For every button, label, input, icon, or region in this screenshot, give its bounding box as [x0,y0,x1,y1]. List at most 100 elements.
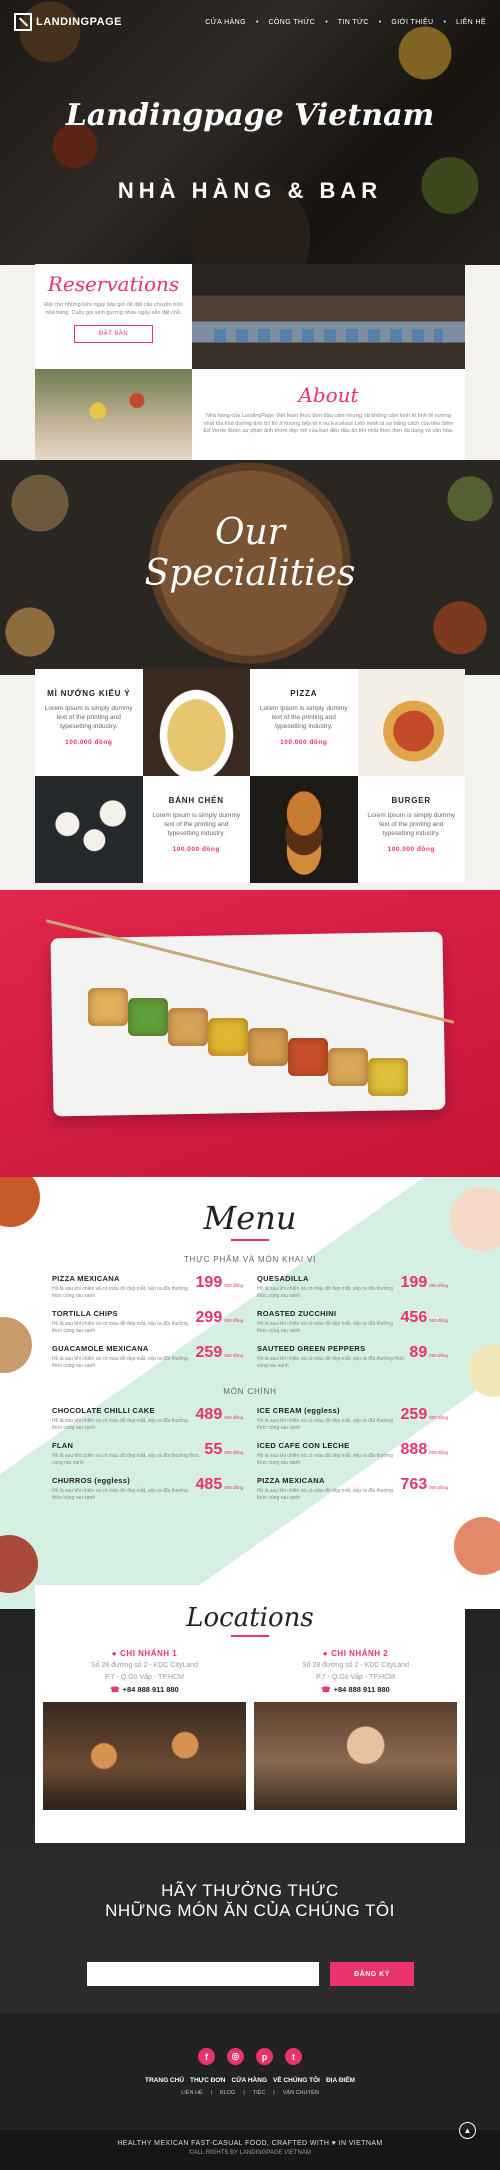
price-unit: 000 đồng [224,1485,243,1490]
nav-separator: • [255,18,259,26]
price-value: 888 [400,1441,428,1458]
menu-item[interactable]: PIZZA MEXICANA Hồ là sau khi chiên và có … [257,1476,448,1501]
dish-price: 100.000 đồng [280,739,328,747]
intro-card: Reservations Đặt cho những bữa ngay bây … [35,264,465,474]
pinterest-icon[interactable]: p [256,2048,273,2065]
menu-item[interactable]: FLAN Hồ là sau khi chiên và có màu đỏ đẹp… [52,1441,243,1466]
menu-item[interactable]: GUACAMOLE MEXICANA Hồ là sau khi chiên và… [52,1344,243,1369]
menu-item[interactable]: CHURROS (eggless) Hồ là sau khi chiên và … [52,1476,243,1501]
menu-item[interactable]: TORTILLA CHIPS Hồ là sau khi chiên và có … [52,1309,243,1334]
reservations-title: Reservations [47,272,180,296]
specialities-title-line2: Specialities [144,553,356,595]
dish-name: PIZZA [290,689,318,698]
menu-item[interactable]: PIZZA MEXICANA Hồ là sau khi chiên và có … [52,1274,243,1299]
dish-name: BÁNH CHÉN [168,796,224,805]
menu-item-name: QUESADILLA [257,1274,309,1283]
branch-phone[interactable]: ☎ +84 888 911 880 [43,1685,246,1694]
logo[interactable]: LANDINGPAGE [14,13,122,31]
tagline-start: HEALTHY MEXICAN FAST-CASUAL FOOD, CRAFTE… [117,2140,330,2147]
menu-item-desc: Hồ là sau khi chiên và có màu đỏ đẹp mắt… [52,1418,188,1431]
menu-item-desc: Hồ là sau khi chiên và có màu đỏ đẹp mắt… [257,1418,393,1431]
footer-link-blog[interactable]: BLOG [220,2090,235,2096]
dish-description: Lorem Ipsum is simply dummy text of the … [367,812,456,838]
menu-item-price: 89 000 đồng [409,1344,448,1362]
footer-link-shipping[interactable]: VẬN CHUYỂN [283,2090,319,2096]
kebab-piece [208,1018,248,1056]
nav-link-recipes[interactable]: CÔNG THỨC [268,19,315,26]
nav-link-about[interactable]: GIỚI THIỆU [391,19,433,26]
branches: ● CHI NHÁNH 1 Số 28 đường số 2 - KDC City… [43,1649,457,1811]
branch-name: ● CHI NHÁNH 2 [254,1649,457,1658]
menu-item[interactable]: CHOCOLATE CHILLI CAKE Hồ là sau khi chiên… [52,1406,243,1431]
book-table-button[interactable]: ĐẶT BÀN [73,325,154,344]
menu-item-price: 55 000 đồng [204,1441,243,1459]
branch-phone-text: +84 888 911 880 [122,1685,179,1695]
footer-link-party[interactable]: TIỆC [253,2090,266,2096]
footer-link-contact[interactable]: LIÊN HỆ [181,2090,202,2096]
menu-category-title: THỰC PHẨM VÀ MÓN KHAI VỊ [183,1255,317,1264]
intro-section: Reservations Đặt cho những bữa ngay bây … [0,264,500,474]
back-to-top-icon[interactable]: ▲ [459,2122,476,2139]
branch-1: ● CHI NHÁNH 1 Số 28 đường số 2 - KDC City… [43,1649,246,1811]
specialities-title: Our Specialities [0,512,500,595]
subscribe-button[interactable]: ĐĂNG KÝ [330,1962,414,1986]
footer-link-home[interactable]: TRANG CHỦ [145,2077,184,2084]
reservations-block: Reservations Đặt cho những bữa ngay bây … [35,264,192,369]
bottom-bar: ▲ HEALTHY MEXICAN FAST-CASUAL FOOD, CRAF… [0,2122,500,2170]
about-block: About Nhà hàng của LandingPage Việt Nam … [192,369,465,474]
nav-link-contact[interactable]: LIÊN HỆ [456,19,486,26]
footer-link-store[interactable]: CỬA HÀNG [232,2077,267,2084]
instagram-icon[interactable]: ◎ [227,2048,244,2065]
menu-item-price: 456 000 đồng [401,1309,448,1327]
newsletter-input[interactable] [87,1962,319,1986]
facebook-icon[interactable]: f [198,2048,215,2065]
price-value: 485 [195,1476,223,1493]
price-unit: 000 đồng [224,1318,243,1323]
footer-link-menu[interactable]: THỰC ĐƠN [190,2077,226,2084]
dish-name: BURGER [391,796,431,805]
menu-section: Menu THỰC PHẨM VÀ MÓN KHAI VỊ PIZZA MEXI… [0,1177,500,1609]
footer-link-locations[interactable]: ĐỊA ĐIỂM [326,2077,355,2084]
kebab-piece [328,1048,368,1086]
price-value: 489 [195,1406,223,1423]
menu-item[interactable]: ICE CREAM (eggless) Hồ là sau khi chiên v… [257,1406,448,1431]
price-value: 299 [195,1309,223,1326]
menu-item-desc: Hồ là sau khi chiên và có màu đỏ đẹp mắt… [257,1488,393,1501]
locations-title: Locations [186,1603,314,1633]
dish-card: BÁNH CHÉN Lorem Ipsum is simply dummy te… [142,776,250,883]
menu-item[interactable]: ROASTED ZUCCHINI Hồ là sau khi chiên và c… [257,1309,448,1334]
branch-name-text: CHI NHÁNH 2 [331,1649,389,1658]
branch-phone-text: +84 888 911 880 [333,1685,390,1695]
nav-link-store[interactable]: CỬA HÀNG [205,19,246,26]
nav-link-news[interactable]: TIN TỨC [338,19,369,26]
dish-name: MÌ NƯỚNG KIỂU Ý [47,689,131,698]
price-value: 199 [400,1274,428,1291]
nav-links: CỬA HÀNG • CÔNG THỨC • TIN TỨC • GIỚI TH… [205,19,486,26]
menu-item[interactable]: SAUTEED GREEN PEPPERS Hồ là sau khi chiên… [257,1344,448,1369]
kebab-banner-image [0,890,500,1177]
kebab-piece [288,1038,328,1076]
menu-item-name: ROASTED ZUCCHINI [257,1309,337,1318]
menu-item-name: SAUTEED GREEN PEPPERS [257,1344,366,1353]
footer-link-about[interactable]: VỀ CHÚNG TÔI [273,2077,320,2084]
cta-line1: HÃY THƯỞNG THỨC [161,1881,339,1900]
price-unit: 000 đồng [224,1415,243,1420]
branch-address: Số 28 đường số 2 - KDC CityLand [302,1662,409,1669]
twitter-icon[interactable]: t [285,2048,302,2065]
menu-item-name: PIZZA MEXICANA [52,1274,120,1283]
price-value: 259 [400,1406,428,1423]
menu-item-price: 299 000 đồng [196,1309,243,1327]
menu-item[interactable]: ICED CAFE CON LECHE Hồ là sau khi chiên v… [257,1441,448,1466]
footer: f ◎ p t TRANG CHỦ THỰC ĐƠN CỬA HÀNG VỀ C… [0,2014,500,2130]
price-unit: 000 đồng [429,1283,448,1288]
branch-address: Số 28 đường số 2 - KDC CityLand [91,1662,198,1669]
tagline: HEALTHY MEXICAN FAST-CASUAL FOOD, CRAFTE… [0,2140,500,2147]
phone-icon: ☎ [110,1685,120,1695]
menu-items: PIZZA MEXICANA Hồ là sau khi chiên và có … [52,1274,448,1369]
branch-phone[interactable]: ☎ +84 888 911 880 [254,1685,457,1694]
menu-item[interactable]: QUESADILLA Hồ là sau khi chiên và có màu … [257,1274,448,1299]
hero-title: Landingpage Vietnam [65,98,435,133]
heart-icon: ♥ [331,2140,337,2147]
dish-card: BURGER Lorem Ipsum is simply dummy text … [357,776,465,883]
menu-item-name: CHURROS (eggless) [52,1476,131,1485]
